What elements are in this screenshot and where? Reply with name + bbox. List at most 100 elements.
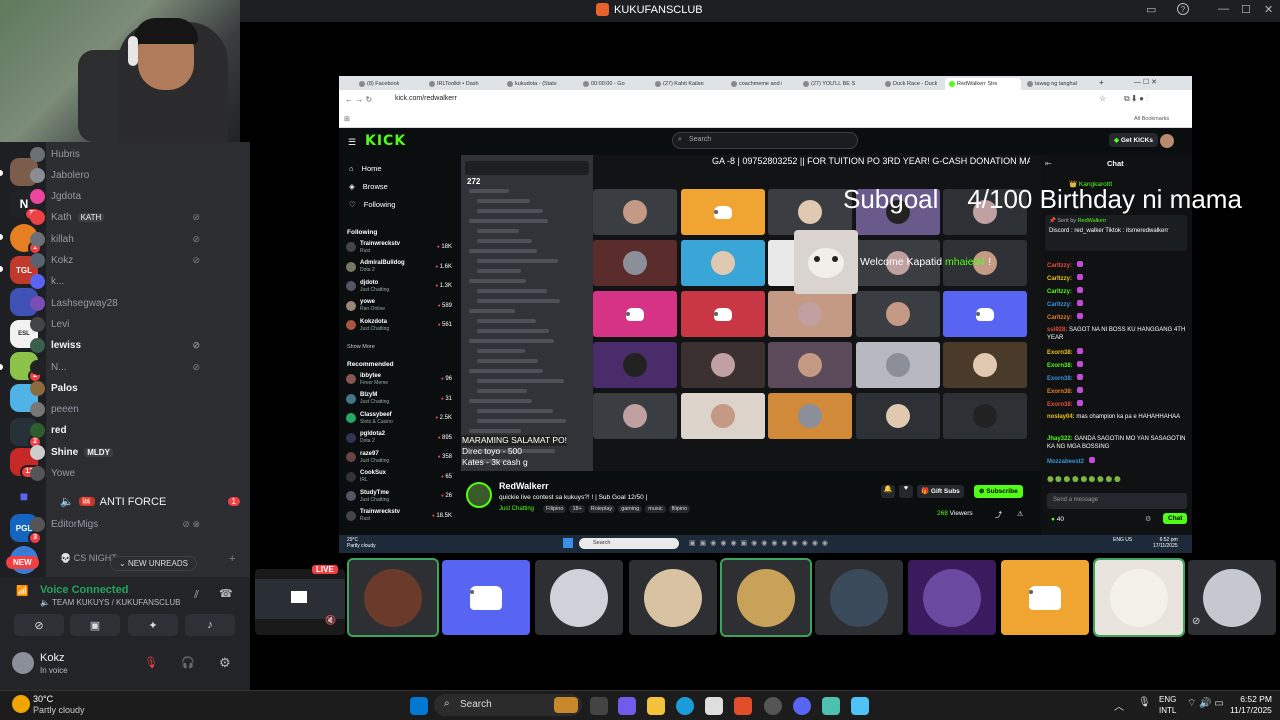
activities-button[interactable]: ✦ (128, 614, 178, 636)
kick-channel-item[interactable]: TrainwreckstvRust18.5K (346, 508, 452, 524)
voice-channel-name[interactable]: 🔈 TEAM KUKUYS / KUKUFANSCLUB (40, 598, 181, 607)
speaker-muted-icon[interactable]: 🔇 (325, 615, 336, 626)
screen-share-button[interactable]: ▣ (70, 614, 120, 636)
screen-share-icon[interactable]: ▭ (1146, 3, 1156, 16)
mic-icon[interactable]: 🎙 (1138, 697, 1151, 708)
kick-channel-item[interactable]: AdmiralBulldogDota 21.6K (346, 259, 452, 275)
voice-participant-tile[interactable] (535, 560, 624, 635)
voice-member[interactable]: k... (30, 272, 200, 292)
subscribe-button[interactable]: ⊕ Subscribe (974, 485, 1023, 498)
brave-icon[interactable] (734, 697, 752, 715)
voice-member[interactable]: killah ⊘ (30, 229, 200, 249)
weather-widget[interactable]: 30°C Partly cloudy (33, 694, 85, 716)
help-icon[interactable]: ? (1177, 3, 1189, 15)
gift-subs-button[interactable]: 🎁 Gift Subs (917, 485, 964, 498)
chat-settings-icon[interactable]: ⚙ (1145, 515, 1151, 523)
weather-icon[interactable] (12, 695, 30, 713)
extensions-icon[interactable]: ⧉ ⬇ ● ⋮ (1124, 94, 1148, 104)
new-badge[interactable]: NEW (6, 556, 39, 569)
chat-send-button[interactable]: Chat (1163, 513, 1188, 524)
steam-icon[interactable] (764, 697, 782, 715)
browser-tab[interactable]: tawag ng tanghal (1023, 78, 1093, 90)
stream-category[interactable]: Just Chatting (499, 506, 534, 512)
channel-cs-night[interactable]: 💀 CS NIGHT (60, 553, 117, 564)
maximize-button[interactable]: ☐ (1241, 3, 1251, 16)
minimize-button[interactable]: — (1218, 3, 1229, 15)
follow-heart-icon[interactable]: ♥ (899, 485, 913, 498)
close-button[interactable]: ✕ (1264, 3, 1273, 16)
soundboard-button[interactable]: ♪ (185, 614, 235, 636)
task-view-icon[interactable] (590, 697, 608, 715)
edge-icon[interactable] (676, 697, 694, 715)
emote-row[interactable]: 🟢 🟢 🟢 🟢 🟢 🟢 🟢 🟢 🟢 (1047, 477, 1187, 490)
kick-channel-item[interactable]: pgldota2Dota 2895 (346, 430, 452, 446)
kick-search-input[interactable]: Search (672, 132, 858, 149)
voice-member[interactable]: Shine MLDY (30, 442, 200, 462)
live-stream-preview[interactable]: 🔇 (255, 569, 345, 635)
discord-icon[interactable] (793, 697, 811, 715)
profile-avatar[interactable] (1160, 134, 1174, 148)
stream-tag[interactable]: Roleplay (587, 505, 616, 513)
voice-participant-tile[interactable] (1092, 558, 1185, 637)
browser-tab[interactable]: coachmeme and i (727, 78, 797, 90)
new-tab-button[interactable]: + (1099, 78, 1104, 87)
voice-participant-tile[interactable] (719, 558, 812, 637)
voice-member[interactable]: Jabolero (30, 165, 200, 185)
stream-tag[interactable]: filipino (668, 505, 691, 513)
browser-tab[interactable]: (27) Kahit Kailan (651, 78, 725, 90)
notify-bell-icon[interactable]: 🔔 (881, 485, 895, 498)
kick-channel-item[interactable]: KokzdotaJust Chatting561 (346, 317, 452, 333)
kick-channel-item[interactable]: StudyTmeJust Chatting26 (346, 488, 452, 504)
window-controls[interactable]: — ☐ ✕ (1134, 78, 1157, 86)
voice-participant-tile[interactable] (442, 560, 531, 635)
report-icon[interactable]: ⚠ (1017, 510, 1023, 518)
browser-tab[interactable]: (27) YOU'LL BE S (799, 78, 879, 90)
kick-channel-item[interactable]: CookSuxIRL65 (346, 469, 452, 485)
stream-tag[interactable]: 18+ (569, 505, 585, 513)
start-windows-icon[interactable] (410, 697, 428, 715)
all-bookmarks[interactable]: All Bookmarks (1134, 116, 1169, 122)
voice-participant-tile[interactable] (347, 558, 439, 637)
settings-gear-icon[interactable]: ⚙ (219, 655, 231, 671)
notepad-icon[interactable] (851, 697, 869, 715)
chat-input[interactable]: Send a message (1047, 493, 1187, 509)
voice-member[interactable]: Lashsegway28 (30, 293, 200, 313)
kick-logo[interactable]: KICK (365, 133, 406, 149)
voice-member[interactable]: red (30, 421, 200, 441)
app-icon[interactable] (822, 697, 840, 715)
apps-grid-icon[interactable]: ⊞ (344, 115, 350, 123)
voice-participant-tile[interactable] (1187, 560, 1276, 635)
language-indicator[interactable]: ENG INTL (1159, 694, 1176, 716)
kick-channel-item[interactable]: yoweRan Online589 (346, 298, 452, 314)
kick-channel-item[interactable]: ClassybeefSlots & Casino2.5K (346, 410, 452, 426)
disconnect-icon[interactable]: ☎ (219, 587, 233, 600)
file-explorer-icon[interactable] (647, 697, 665, 715)
voice-participant-tile[interactable] (815, 560, 903, 635)
voice-member[interactable]: peeen (30, 400, 200, 420)
camera-off-button[interactable]: ⊘ (14, 614, 64, 636)
voice-member[interactable]: lewiss ⊘ (30, 336, 200, 356)
kick-channel-item[interactable]: ibbyteeFever Meme96 (346, 371, 452, 387)
user-name[interactable]: Kokz (40, 652, 64, 664)
browser-tab[interactable]: kukudota - (Stats (503, 78, 577, 90)
voice-channel-antiforce[interactable]: 🔈 🆘 ANTI FORCE 1 (60, 495, 240, 508)
voice-member[interactable]: Jgdota (30, 187, 200, 207)
nav-home[interactable]: ⌂ Home (349, 164, 382, 173)
kick-channel-item[interactable]: raze97Just Chatting358 (346, 449, 452, 465)
stream-tag[interactable]: gaming (618, 505, 643, 513)
folder-icon[interactable]: ■ (10, 482, 38, 510)
headphones-icon[interactable]: 🎧 (181, 656, 195, 669)
kick-points[interactable]: ● 40 (1051, 516, 1064, 523)
voice-member[interactable]: Kokz ⊘ (30, 251, 200, 271)
voice-member[interactable]: N... ⊘ (30, 357, 200, 377)
collapse-chat-icon[interactable]: ⇤ (1045, 159, 1052, 168)
voice-status[interactable]: Voice Connected (40, 584, 128, 596)
voice-participant-tile[interactable] (1001, 560, 1090, 635)
noise-suppression-icon[interactable]: ⫽ (194, 589, 199, 602)
kick-channel-item[interactable]: BlzyMJust Chatting31 (346, 391, 452, 407)
browser-tab[interactable]: 00:00:00 - Go (579, 78, 649, 90)
browser-tab[interactable]: Duck Race - Duck (881, 78, 943, 90)
voice-member[interactable]: Levi (30, 314, 200, 334)
get-kicks-button[interactable]: ◆ Get KICKs (1109, 133, 1158, 147)
copilot-icon[interactable] (618, 697, 636, 715)
